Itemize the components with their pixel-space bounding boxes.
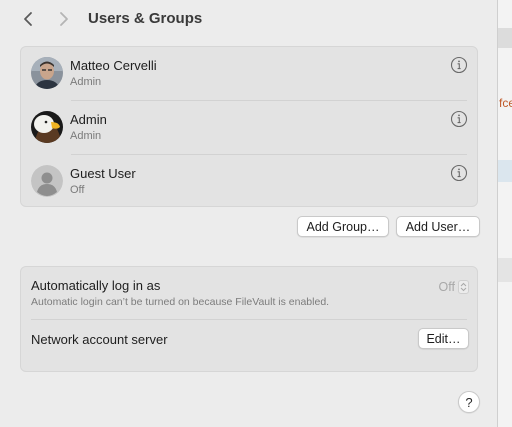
user-role: Admin [70, 130, 102, 142]
user-eagle-avatar [31, 111, 63, 143]
user-name: Guest User [70, 166, 136, 181]
user-generic-avatar [31, 165, 63, 197]
edit-button[interactable]: Edit… [418, 328, 469, 349]
settings-pane: Users & Groups Matteo Cervelli Admin Adm… [0, 0, 498, 427]
background-window-text: fce [499, 96, 512, 110]
chevron-left-icon [24, 12, 32, 26]
login-settings: Automatically log in as Automatic login … [20, 266, 478, 372]
background-window-band [498, 28, 512, 48]
info-icon [450, 164, 468, 182]
info-icon [450, 56, 468, 74]
help-button[interactable]: ? [458, 391, 480, 413]
up-down-chevron-icon [458, 280, 469, 294]
chevron-right-icon [60, 12, 68, 26]
auto-login-select[interactable]: Off [429, 278, 469, 296]
auto-login-label: Automatically log in as [31, 278, 161, 293]
user-row-guest-user[interactable]: Guest User Off [21, 155, 477, 208]
user-row-admin[interactable]: Admin Admin [21, 101, 477, 154]
info-button[interactable] [450, 56, 468, 74]
background-window-band [498, 258, 512, 282]
info-icon [450, 110, 468, 128]
page-title: Users & Groups [88, 10, 203, 27]
user-role: Off [70, 184, 85, 196]
user-name: Admin [70, 112, 107, 127]
auto-login-value: Off [438, 280, 455, 294]
add-user-button[interactable]: Add User… [396, 216, 480, 237]
user-name: Matteo Cervelli [70, 58, 157, 73]
user-row-matteo-cervelli[interactable]: Matteo Cervelli Admin [21, 47, 477, 100]
background-window-highlight [498, 160, 512, 182]
user-role: Admin [70, 76, 102, 88]
back-button[interactable] [18, 8, 38, 30]
add-group-button[interactable]: Add Group… [297, 216, 389, 237]
auto-login-note: Automatic login can’t be turned on becau… [31, 296, 330, 308]
info-button[interactable] [450, 110, 468, 128]
toolbar: Users & Groups [0, 0, 498, 40]
user-photo-avatar [31, 57, 63, 89]
forward-button[interactable] [54, 8, 74, 30]
network-server-label: Network account server [31, 332, 168, 347]
background-window: fce [498, 0, 512, 427]
users-list: Matteo Cervelli Admin Admin Admin Guest … [20, 46, 478, 207]
info-button[interactable] [450, 164, 468, 182]
row-divider [31, 319, 467, 320]
